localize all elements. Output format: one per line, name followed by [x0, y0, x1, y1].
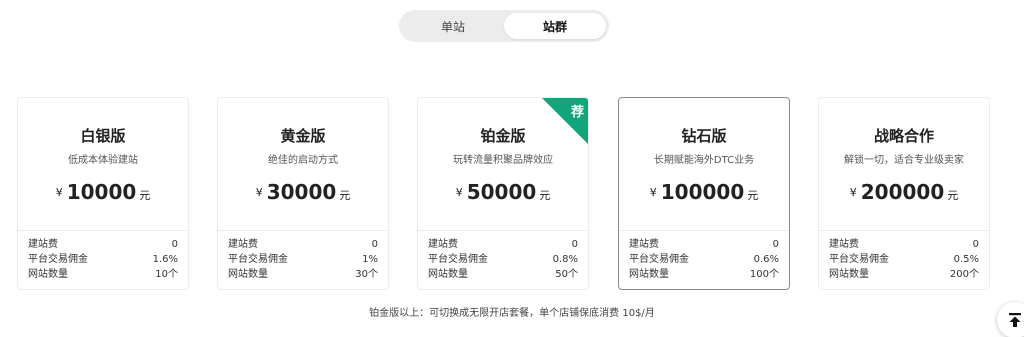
price-amount: 10000: [66, 180, 137, 204]
feature-row: 平台交易佣金 1%: [228, 252, 378, 267]
feature-label: 建站费: [629, 239, 659, 250]
plan-price: ¥50000 元: [418, 180, 588, 204]
arrow-up-to-line-icon: [1009, 313, 1021, 327]
feature-row: 建站费 0: [28, 237, 178, 252]
feature-value: 50个: [555, 269, 578, 280]
feature-value: 200个: [949, 269, 979, 280]
price-unit: 元: [139, 189, 151, 202]
feature-value: 0.5%: [953, 254, 979, 265]
feature-label: 建站费: [428, 239, 458, 250]
feature-label: 建站费: [228, 239, 258, 250]
feature-value: 1.6%: [152, 254, 178, 265]
price-unit: 元: [539, 189, 551, 202]
plan-type-toggle: 单站 站群: [399, 10, 609, 42]
plan-price: ¥10000 元: [18, 180, 188, 204]
feature-row: 建站费 0: [829, 237, 979, 252]
feature-row: 网站数量 10个: [28, 267, 178, 282]
currency-symbol: ¥: [455, 186, 463, 199]
plan-card-silver[interactable]: 白银版 低成本体验建站 ¥10000 元 建站费 0 平台交易佣金 1.6% 网站数量…: [17, 97, 189, 290]
feature-row: 建站费 0: [228, 237, 378, 252]
back-to-top-button[interactable]: [997, 302, 1024, 337]
plan-features: 建站费 0 平台交易佣金 0.8% 网站数量 50个: [428, 237, 578, 282]
feature-value: 100个: [749, 269, 779, 280]
feature-label: 平台交易佣金: [428, 254, 488, 265]
feature-value: 1%: [362, 254, 378, 265]
plan-name: 钻石版: [681, 127, 727, 145]
currency-symbol: ¥: [649, 186, 657, 199]
currency-symbol: ¥: [55, 186, 63, 199]
feature-row: 平台交易佣金 0.6%: [629, 252, 779, 267]
feature-row: 平台交易佣金 0.5%: [829, 252, 979, 267]
feature-label: 建站费: [829, 239, 859, 250]
feature-value: 0: [371, 239, 378, 250]
feature-label: 平台交易佣金: [829, 254, 889, 265]
feature-label: 网站数量: [629, 269, 669, 280]
plan-features: 建站费 0 平台交易佣金 0.6% 网站数量 100个: [629, 237, 779, 282]
divider: [218, 230, 388, 231]
price-amount: 30000: [266, 180, 337, 204]
pricing-cards: 白银版 低成本体验建站 ¥10000 元 建站费 0 平台交易佣金 1.6% 网站数量…: [17, 97, 991, 290]
price-amount: 200000: [860, 180, 945, 204]
feature-label: 平台交易佣金: [228, 254, 288, 265]
feature-label: 网站数量: [428, 269, 468, 280]
feature-value: 0: [171, 239, 178, 250]
feature-value: 0: [571, 239, 578, 250]
feature-label: 网站数量: [28, 269, 68, 280]
divider: [619, 230, 789, 231]
feature-row: 建站费 0: [629, 237, 779, 252]
plan-description: 长期赋能海外DTC业务: [653, 155, 755, 166]
price-unit: 元: [947, 189, 959, 202]
plan-description: 玩转流量积聚品牌效应: [453, 155, 553, 166]
feature-row: 建站费 0: [428, 237, 578, 252]
currency-symbol: ¥: [849, 186, 857, 199]
feature-value: 0.8%: [552, 254, 578, 265]
feature-value: 0: [772, 239, 779, 250]
plan-card-diamond[interactable]: 钻石版 长期赋能海外DTC业务 ¥100000 元 建站费 0 平台交易佣金 0.6%…: [618, 97, 790, 290]
plan-card-gold[interactable]: 黄金版 绝佳的启动方式 ¥30000 元 建站费 0 平台交易佣金 1% 网站数量 30…: [217, 97, 389, 290]
feature-value: 30个: [355, 269, 378, 280]
plan-name: 黄金版: [280, 127, 326, 145]
feature-row: 平台交易佣金 0.8%: [428, 252, 578, 267]
feature-label: 网站数量: [228, 269, 268, 280]
price-amount: 100000: [660, 180, 745, 204]
plan-features: 建站费 0 平台交易佣金 1.6% 网站数量 10个: [28, 237, 178, 282]
plan-features: 建站费 0 平台交易佣金 1% 网站数量 30个: [228, 237, 378, 282]
divider: [418, 230, 588, 231]
plan-price: ¥100000 元: [619, 180, 789, 204]
price-unit: 元: [747, 189, 759, 202]
tab-single-site[interactable]: 单站: [402, 13, 504, 39]
feature-label: 平台交易佣金: [28, 254, 88, 265]
plan-features: 建站费 0 平台交易佣金 0.5% 网站数量 200个: [829, 237, 979, 282]
plan-description: 低成本体验建站: [68, 155, 138, 166]
feature-label: 平台交易佣金: [629, 254, 689, 265]
feature-value: 10个: [155, 269, 178, 280]
plan-price: ¥30000 元: [218, 180, 388, 204]
plan-name: 白银版: [80, 127, 126, 145]
plan-card-platinum[interactable]: 荐 铂金版 玩转流量积聚品牌效应 ¥50000 元 建站费 0 平台交易佣金 0.8%…: [417, 97, 589, 290]
divider: [18, 230, 188, 231]
tab-site-group[interactable]: 站群: [504, 13, 606, 39]
feature-row: 网站数量 100个: [629, 267, 779, 282]
price-unit: 元: [339, 189, 351, 202]
plan-footnote: 铂金版以上：可切换成无限开店套餐，单个店铺保底消费 10$/月: [369, 308, 655, 319]
feature-value: 0.6%: [753, 254, 779, 265]
price-amount: 50000: [466, 180, 537, 204]
plan-name: 战略合作: [873, 127, 934, 145]
badge-label: 荐: [570, 105, 584, 120]
plan-card-strategic[interactable]: 战略合作 解锁一切，适合专业级卖家 ¥200000 元 建站费 0 平台交易佣金 0.…: [818, 97, 990, 290]
plan-price: ¥200000 元: [819, 180, 989, 204]
feature-label: 网站数量: [829, 269, 869, 280]
feature-row: 平台交易佣金 1.6%: [28, 252, 178, 267]
feature-row: 网站数量 200个: [829, 267, 979, 282]
feature-label: 建站费: [28, 239, 58, 250]
feature-row: 网站数量 30个: [228, 267, 378, 282]
plan-description: 绝佳的启动方式: [268, 155, 338, 166]
plan-name: 铂金版: [480, 127, 526, 145]
plan-description: 解锁一切，适合专业级卖家: [844, 155, 964, 166]
feature-value: 0: [972, 239, 979, 250]
divider: [819, 230, 989, 231]
feature-row: 网站数量 50个: [428, 267, 578, 282]
currency-symbol: ¥: [255, 186, 263, 199]
